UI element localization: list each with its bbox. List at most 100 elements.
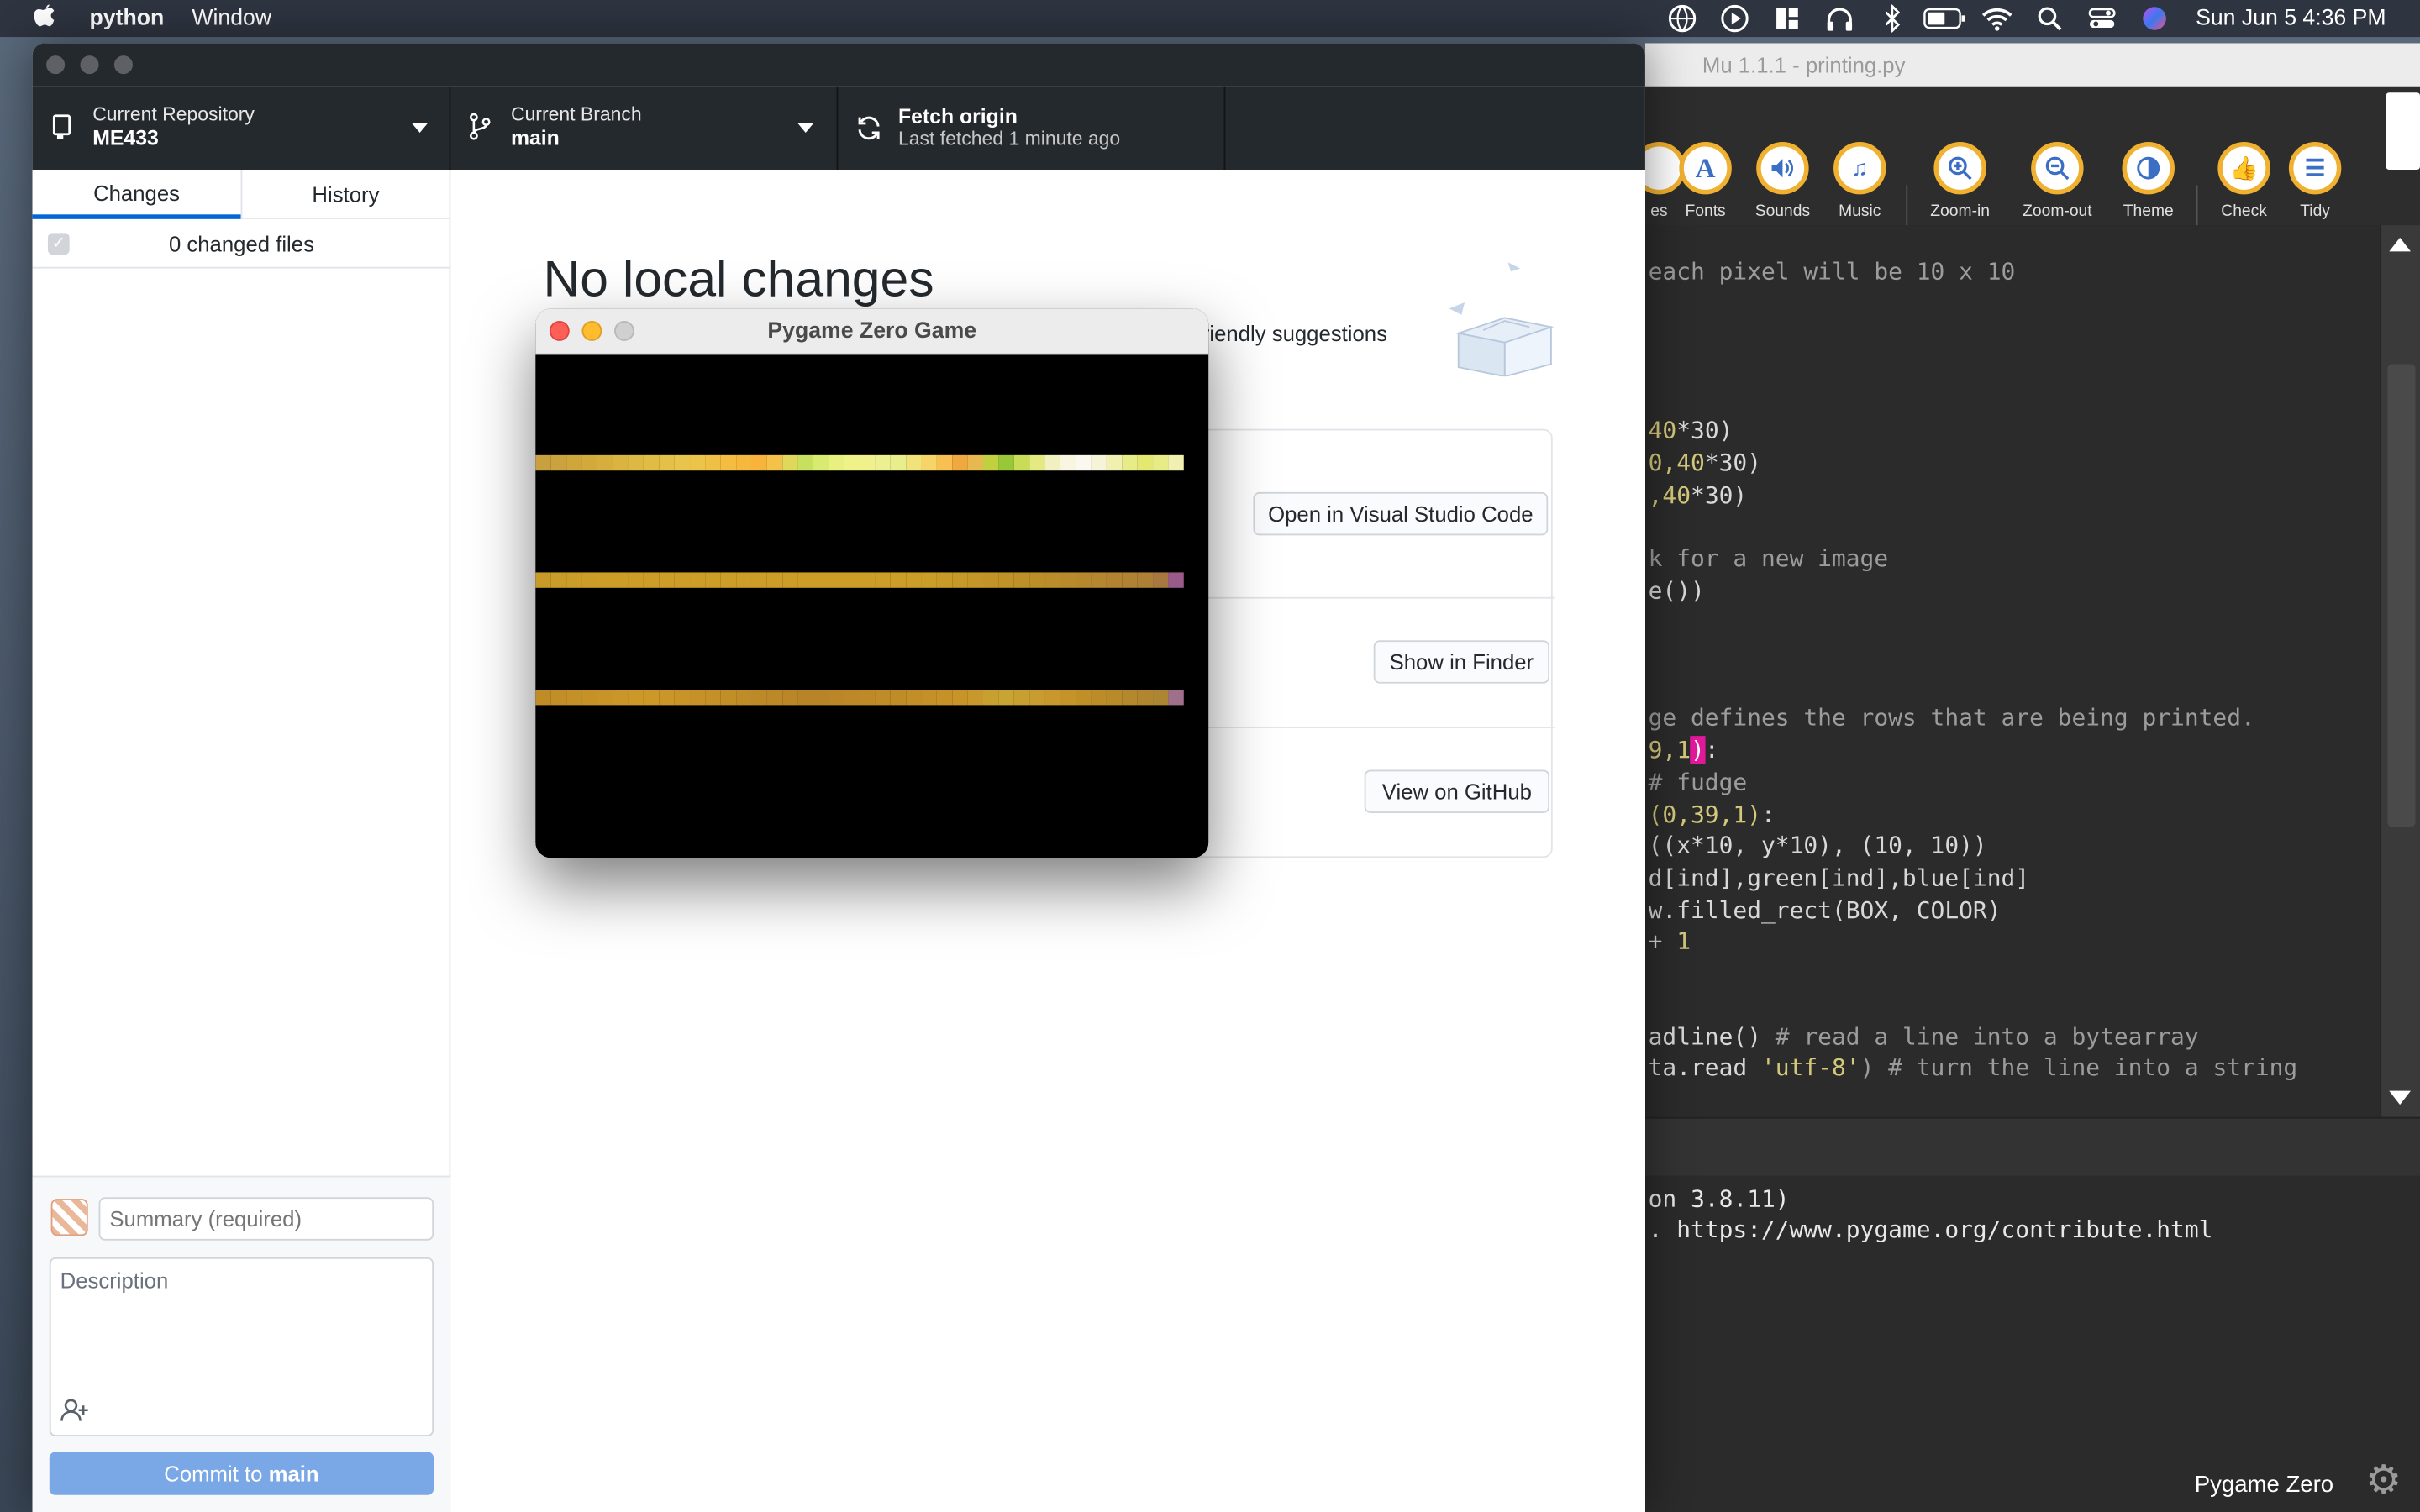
repository-selector[interactable]: Current Repository ME433 <box>33 86 451 171</box>
music-button[interactable]: ♫ Music <box>1817 141 1903 221</box>
play-icon[interactable] <box>1708 0 1760 37</box>
commit-button[interactable]: Commit to main <box>49 1452 434 1495</box>
editor-scrollbar[interactable] <box>2380 225 2420 1117</box>
game-canvas[interactable] <box>535 354 1209 858</box>
pixel <box>597 454 613 471</box>
pixel <box>1091 572 1107 588</box>
branch-icon <box>469 113 491 148</box>
pixel <box>890 454 907 471</box>
pixel <box>890 690 907 706</box>
code-token: + <box>1648 927 1677 955</box>
close-button[interactable] <box>46 55 66 75</box>
apple-icon[interactable] <box>31 3 59 35</box>
toolbar-label: Zoom-in <box>1930 202 1991 221</box>
headphones-icon[interactable] <box>1813 0 1865 37</box>
sounds-icon <box>1756 141 1809 195</box>
commit-form: Description Commit to main <box>32 1175 451 1512</box>
check-icon: 👍 <box>2217 141 2270 195</box>
code-editor[interactable]: each pixel will be 10 x 10 40*30) 0,40*3… <box>1644 225 2381 1117</box>
pixel <box>983 572 999 588</box>
control-center-icon[interactable] <box>2075 0 2128 37</box>
pixel <box>674 572 691 588</box>
pixel <box>1153 572 1169 588</box>
tab-history[interactable]: History <box>240 170 450 219</box>
pane-splitter[interactable] <box>1644 1116 2420 1176</box>
repl-pane[interactable]: on 3.8.11) . https://www.pygame.org/cont… <box>1644 1175 2420 1484</box>
code-line: + 1 <box>1649 927 1691 955</box>
minimize-button[interactable] <box>581 321 602 341</box>
show-in-finder-button[interactable]: Show in Finder <box>1373 640 1550 684</box>
pixel <box>983 454 999 471</box>
changes-sidebar: Changes History ✓ 0 changed files Descri… <box>32 170 451 1512</box>
pixel <box>690 690 706 706</box>
code-token: ) <box>1691 736 1705 764</box>
zoom-out-button[interactable]: Zoom-out <box>2014 141 2101 221</box>
tidy-button[interactable]: ☰ Tidy <box>2272 141 2359 221</box>
view-on-github-button[interactable]: View on GitHub <box>1364 769 1550 813</box>
tab-changes[interactable]: Changes <box>32 170 241 219</box>
pixel <box>705 454 721 471</box>
close-button[interactable] <box>549 321 570 341</box>
select-all-checkbox[interactable]: ✓ <box>47 233 70 255</box>
pixel <box>736 572 752 588</box>
fonts-button[interactable]: A Fonts <box>1662 141 1749 221</box>
siri-icon[interactable] <box>2128 0 2180 37</box>
pixel <box>535 690 551 706</box>
window-layout-icon[interactable] <box>1760 0 1812 37</box>
pixel <box>829 572 844 588</box>
pixel <box>844 690 860 706</box>
pixel <box>705 690 721 706</box>
pixel <box>906 454 922 471</box>
code-token: 9,1 <box>1648 736 1691 764</box>
sounds-button[interactable]: Sounds <box>1739 141 1826 221</box>
toolbar-label: Music <box>1839 202 1881 221</box>
toolbar-label: Fonts <box>1685 202 1726 221</box>
theme-icon <box>2122 141 2175 195</box>
scroll-down-arrow-icon[interactable] <box>2389 1090 2411 1105</box>
zoom-button[interactable] <box>614 321 634 341</box>
pixel <box>766 454 783 471</box>
pixel <box>967 572 984 588</box>
zoom-button[interactable] <box>113 55 133 75</box>
code-line: (0,39,1): <box>1649 801 1776 828</box>
summary-input[interactable] <box>98 1197 434 1241</box>
code-line: each pixel will be 10 x 10 <box>1648 257 2016 286</box>
bluetooth-icon[interactable] <box>1865 0 1918 37</box>
pixel <box>1091 454 1107 471</box>
pixel-row <box>535 572 1184 588</box>
code-line: d[ind],green[ind],blue[ind] <box>1648 864 2030 892</box>
pixel <box>674 454 691 471</box>
mu-editor-window: Mu 1.1.1 - printing.py es A Fonts Sounds … <box>1633 43 2420 1512</box>
mu-window-title: Mu 1.1.1 - printing.py <box>1644 43 2420 87</box>
menu-app-name[interactable]: python <box>90 6 165 30</box>
toolbar-label: Zoom-out <box>2023 202 2092 221</box>
open-vscode-button[interactable]: Open in Visual Studio Code <box>1253 491 1549 536</box>
wifi-icon[interactable] <box>1970 0 2023 37</box>
menu-window[interactable]: Window <box>192 6 271 30</box>
battery-icon[interactable] <box>1918 0 1970 37</box>
gear-icon[interactable]: ⚙ <box>2365 1457 2402 1504</box>
mu-toolbar: es A Fonts Sounds ♫ Music Zoom-in Zoom-out… <box>1633 86 2420 260</box>
pixel <box>906 690 922 706</box>
pixel <box>720 454 737 471</box>
zoom-in-button[interactable]: Zoom-in <box>1917 141 2003 221</box>
globe-icon[interactable] <box>1655 0 1707 37</box>
menu-clock[interactable]: Sun Jun 5 4:36 PM <box>2196 6 2386 30</box>
pixel <box>751 454 767 471</box>
search-icon[interactable] <box>2023 0 2075 37</box>
description-field[interactable]: Description <box>49 1257 434 1437</box>
repo-label: Current Repository <box>92 103 255 125</box>
empty-state-illustration <box>1428 253 1566 378</box>
scroll-thumb[interactable] <box>2387 364 2416 827</box>
add-coauthor-icon[interactable] <box>60 1398 92 1429</box>
toolbar-label: Theme <box>2123 202 2174 221</box>
fetch-origin-button[interactable]: Fetch origin Last fetched 1 minute ago <box>838 86 1226 171</box>
code-line: ge defines the rows that are being print… <box>1648 703 2255 732</box>
branch-selector[interactable]: Current Branch main <box>450 86 839 171</box>
pixel <box>1091 690 1107 706</box>
scroll-up-arrow-icon[interactable] <box>2389 237 2411 252</box>
theme-button[interactable]: Theme <box>2105 141 2191 221</box>
pixel <box>1044 690 1060 706</box>
minimize-button[interactable] <box>80 55 99 75</box>
mode-label[interactable]: Pygame Zero <box>2195 1472 2333 1498</box>
